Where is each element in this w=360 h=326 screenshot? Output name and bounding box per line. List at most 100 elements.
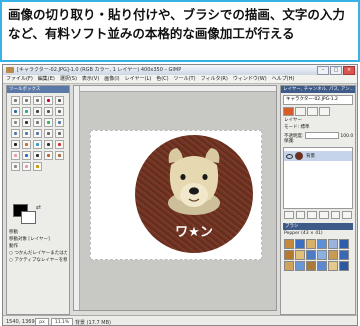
opacity-value[interactable]: 100.0 <box>340 134 353 139</box>
free-select-tool-icon[interactable] <box>33 96 42 105</box>
shear-tool-icon[interactable] <box>22 129 31 138</box>
lower-layer-button[interactable] <box>307 211 318 219</box>
gimp-app-icon <box>6 67 14 73</box>
color-picker-tool-icon[interactable] <box>44 107 53 116</box>
ellipse-select-tool-icon[interactable] <box>22 96 31 105</box>
color-swatch[interactable]: ⇄ <box>13 204 43 226</box>
menu-layer[interactable]: レイヤー(L) <box>125 75 152 83</box>
circle-image: ワ★ン <box>135 135 253 253</box>
menu-help[interactable]: ヘルプ(H) <box>272 75 295 83</box>
airbrush-tool-icon[interactable] <box>22 151 31 160</box>
blur-tool-icon[interactable] <box>11 162 20 171</box>
scissors-tool-icon[interactable] <box>11 107 20 116</box>
opacity-slider[interactable] <box>304 132 339 139</box>
raise-layer-button[interactable] <box>295 211 306 219</box>
zoom-select[interactable]: 11.1% <box>51 318 73 325</box>
align-tool-icon[interactable] <box>33 118 42 127</box>
menu-windows[interactable]: ウィンドウ(W) <box>233 75 267 83</box>
paintbrush-tool-icon[interactable] <box>55 140 64 149</box>
brush-swatch[interactable] <box>306 239 316 249</box>
menu-bar: ファイル(F) 編集(E) 選択(S) 表示(V) 画像(I) レイヤー(L) … <box>3 75 357 84</box>
duplicate-layer-button[interactable] <box>319 211 329 219</box>
image-select[interactable]: キャラクター-02.JPG-1.2 <box>283 95 353 105</box>
tool-grid <box>7 93 69 174</box>
mode-value[interactable]: 標準 <box>300 125 309 130</box>
brush-swatch[interactable] <box>317 261 327 271</box>
tool-option-radio-active[interactable]: ○ アクティブなレイヤーを移動 <box>9 257 67 264</box>
pencil-tool-icon[interactable] <box>44 140 53 149</box>
new-layer-button[interactable] <box>284 211 294 219</box>
brush-swatch[interactable] <box>306 261 316 271</box>
tool-option-target[interactable]: 移動対象 [レイヤー] <box>9 236 67 243</box>
mode-row: モード: 標準 <box>284 125 352 131</box>
brush-swatch[interactable] <box>284 250 294 260</box>
brush-swatch[interactable] <box>317 250 327 260</box>
brush-swatch[interactable] <box>295 250 305 260</box>
blend-tool-icon[interactable] <box>33 140 42 149</box>
layers-panel-title: レイヤー, チャンネル, パス, アン... <box>281 86 355 93</box>
maximize-button[interactable]: □ <box>330 66 342 75</box>
unit-select[interactable]: px <box>35 318 49 325</box>
brush-swatch[interactable] <box>328 239 338 249</box>
eraser-tool-icon[interactable] <box>11 151 20 160</box>
foreground-select-tool-icon[interactable] <box>22 107 31 116</box>
menu-tools[interactable]: ツール(T) <box>174 75 196 83</box>
dodge-burn-tool-icon[interactable] <box>33 162 42 171</box>
brush-swatch[interactable] <box>284 239 294 249</box>
canvas-area[interactable]: ワ★ン <box>73 85 277 311</box>
measure-tool-icon[interactable] <box>11 118 20 127</box>
brush-swatch[interactable] <box>339 261 349 271</box>
menu-filters[interactable]: フィルタ(R) <box>201 75 228 83</box>
select-by-color-tool-icon[interactable] <box>55 96 64 105</box>
menu-edit[interactable]: 編集(E) <box>38 75 55 83</box>
cage-tool-icon[interactable] <box>55 129 64 138</box>
rect-select-tool-icon[interactable] <box>11 96 20 105</box>
brush-swatch[interactable] <box>328 261 338 271</box>
tab-layers[interactable] <box>283 107 294 116</box>
clone-tool-icon[interactable] <box>44 151 53 160</box>
ink-tool-icon[interactable] <box>33 151 42 160</box>
move-tool-icon[interactable] <box>22 118 31 127</box>
brush-swatch[interactable] <box>306 250 316 260</box>
smudge-tool-icon[interactable] <box>22 162 31 171</box>
background-color[interactable] <box>21 211 36 224</box>
menu-file[interactable]: ファイル(F) <box>6 75 33 83</box>
brush-info: Pepper (43 × 41) <box>284 231 323 236</box>
tab-paths[interactable] <box>307 107 318 116</box>
status-info: 背景 (17.7 MB) <box>75 320 111 326</box>
menu-colors[interactable]: 色(C) <box>156 75 168 83</box>
anchor-layer-button[interactable] <box>330 211 341 219</box>
rotate-tool-icon[interactable] <box>55 118 64 127</box>
menu-view[interactable]: 表示(V) <box>82 75 99 83</box>
flip-tool-icon[interactable] <box>44 129 53 138</box>
text-tool-icon[interactable] <box>11 140 20 149</box>
minimize-button[interactable]: – <box>317 66 329 75</box>
brush-swatch[interactable] <box>284 261 294 271</box>
tab-undo[interactable] <box>319 107 330 116</box>
swap-colors-icon[interactable]: ⇄ <box>36 204 41 211</box>
perspective-tool-icon[interactable] <box>33 129 42 138</box>
menu-select[interactable]: 選択(S) <box>60 75 77 83</box>
close-button[interactable]: × <box>343 66 355 75</box>
brush-swatch[interactable] <box>295 261 305 271</box>
scale-tool-icon[interactable] <box>11 129 20 138</box>
layer-row[interactable]: 背景 <box>284 151 352 161</box>
menu-image[interactable]: 画像(I) <box>104 75 119 83</box>
tab-channels[interactable] <box>295 107 306 116</box>
delete-layer-button[interactable] <box>342 211 353 219</box>
brush-swatch[interactable] <box>339 239 349 249</box>
heal-tool-icon[interactable] <box>55 151 64 160</box>
brush-swatch[interactable] <box>317 239 327 249</box>
tool-option-radio-pick[interactable]: ○ つかんだレイヤーまたはガイド <box>9 250 67 257</box>
brush-swatch[interactable] <box>295 239 305 249</box>
brush-swatch[interactable] <box>328 250 338 260</box>
crop-tool-icon[interactable] <box>44 118 53 127</box>
image-canvas[interactable]: ワ★ン <box>90 130 262 260</box>
zoom-tool-icon[interactable] <box>55 107 64 116</box>
image-text-wan: ワ★ン <box>175 225 213 240</box>
eye-icon[interactable] <box>286 154 293 159</box>
paths-tool-icon[interactable] <box>33 107 42 116</box>
bucket-fill-tool-icon[interactable] <box>22 140 31 149</box>
fuzzy-select-tool-icon[interactable] <box>44 96 53 105</box>
brush-swatch[interactable] <box>339 250 349 260</box>
